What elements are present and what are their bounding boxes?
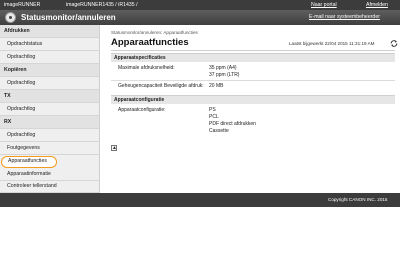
sidebar-item-error-info[interactable]: Foutgegevens <box>0 142 99 155</box>
section-header-configuration: Apparaatconfiguratie <box>111 95 395 104</box>
sidebar: Afdrukken Opdrachtstatus Opdrachtlog Kop… <box>0 25 100 193</box>
value-secure-print-memory: 20 MB <box>209 83 224 89</box>
portal-link[interactable]: Naar portal <box>311 1 337 9</box>
page-title: Apparaatfuncties <box>111 37 189 48</box>
footer: Copyright CANON INC. 2015 <box>0 193 400 207</box>
breadcrumb[interactable]: Statusmonitor/annuleren: Apparaatfunctie… <box>111 30 198 36</box>
label-device-configuration: Apparaatconfiguratie: <box>118 107 166 113</box>
sidebar-item-tx-job-log[interactable]: Opdrachtlog <box>0 103 99 116</box>
sidebar-head-tx: TX <box>0 90 99 103</box>
header-title: Statusmonitor/annuleren <box>21 13 116 22</box>
value-config-cassette: Cassette <box>209 128 229 134</box>
mail-admin-link[interactable]: E-mail naar systeembeheerder <box>309 14 380 21</box>
value-print-speed-ltr: 37 ppm (LTR) <box>209 72 240 78</box>
to-top-icon[interactable]: ▲ <box>111 145 117 151</box>
sidebar-head-rx: RX <box>0 116 99 129</box>
main-content: Statusmonitor/annuleren: Apparaatfunctie… <box>100 25 400 193</box>
sidebar-item-print-job-status[interactable]: Opdrachtstatus <box>0 38 99 51</box>
sidebar-head-print: Afdrukken <box>0 25 99 38</box>
value-print-speed-a4: 35 ppm (A4) <box>209 65 237 71</box>
sidebar-head-copy: Kopiëren <box>0 64 99 77</box>
value-config-pcl: PCL <box>209 114 219 120</box>
logout-link[interactable]: Afmelden <box>366 1 388 9</box>
value-config-ps: PS <box>209 107 216 113</box>
label-max-print-speed: Maximale afdruksnelheid: <box>118 65 175 71</box>
canon-logo-icon <box>5 12 16 23</box>
refresh-icon[interactable] <box>390 39 398 48</box>
screen: imageRUNNER imageRUNNER1435 / iR1435 / N… <box>0 0 400 207</box>
value-config-pdf-direct: PDF direct afdrukken <box>209 121 256 127</box>
copyright-text: Copyright CANON INC. 2015 <box>328 197 388 202</box>
last-updated-text: Laatst bijgewerkt 22/04 2015 11:31:19 AM <box>289 41 375 46</box>
section-header-specifications: Apparaatspecificaties <box>111 53 395 62</box>
label-secure-print-memory: Geheugencapaciteit Beveiligde afdruk: <box>118 83 204 89</box>
sidebar-item-print-job-log[interactable]: Opdrachtlog <box>0 51 99 64</box>
sidebar-item-check-counter[interactable]: Controleer tellerstand <box>0 180 99 193</box>
brand-name: imageRUNNER <box>4 2 41 8</box>
top-bar: imageRUNNER imageRUNNER1435 / iR1435 / N… <box>0 0 400 10</box>
sidebar-item-rx-job-log[interactable]: Opdrachtlog <box>0 129 99 142</box>
title-rule <box>111 50 395 51</box>
sidebar-item-copy-job-log[interactable]: Opdrachtlog <box>0 77 99 90</box>
row-divider <box>111 80 395 81</box>
header: Statusmonitor/annuleren E-mail naar syst… <box>0 10 400 25</box>
sidebar-item-device-features[interactable]: Apparaatfuncties <box>1 156 57 168</box>
refresh-icon-svg <box>390 40 398 47</box>
device-model: imageRUNNER1435 / iR1435 / <box>66 2 138 8</box>
